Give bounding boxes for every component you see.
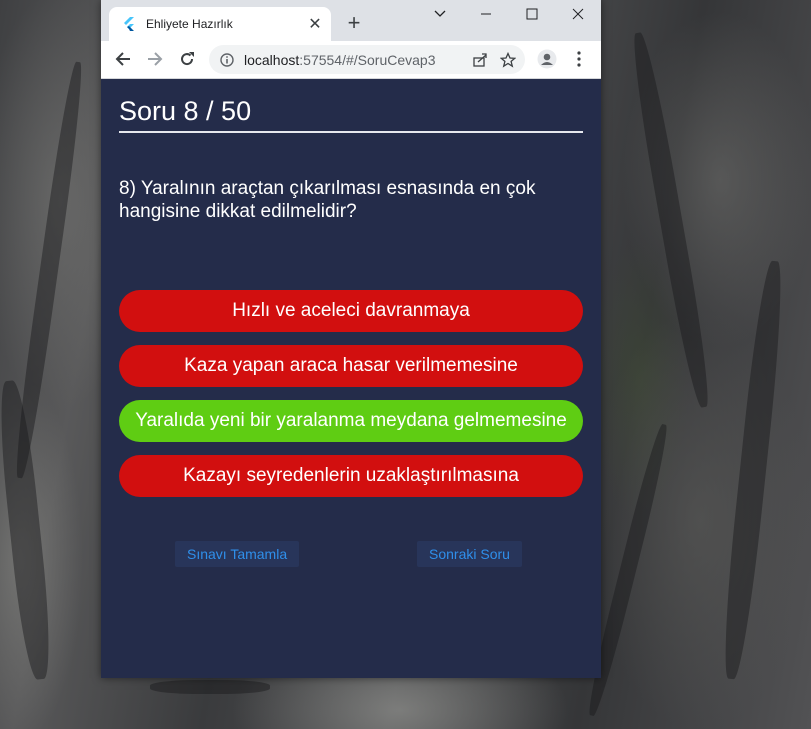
answer-label: Yaralıda yeni bir yaralanma meydana gelm… xyxy=(135,410,567,431)
bookmark-star-icon[interactable] xyxy=(497,49,519,71)
finish-exam-button[interactable]: Sınavı Tamamla xyxy=(175,541,300,567)
info-icon[interactable] xyxy=(219,52,235,68)
url-host: localhost xyxy=(244,51,300,68)
next-question-button[interactable]: Sonraki Soru xyxy=(417,541,522,567)
flutter-icon xyxy=(121,16,137,32)
tab-title: Ehliyete Hazırlık xyxy=(146,17,233,31)
share-icon[interactable] xyxy=(469,49,491,71)
chevron-down-icon[interactable] xyxy=(417,0,463,28)
close-window-button[interactable] xyxy=(555,0,601,28)
new-tab-button[interactable]: + xyxy=(343,12,365,34)
close-tab-icon[interactable]: ✕ xyxy=(305,14,325,34)
question-progress-title: Soru 8 / 50 xyxy=(119,96,583,133)
question-text: 8) Yaralının araçtan çıkarılması esnasın… xyxy=(119,178,536,222)
profile-avatar-icon[interactable] xyxy=(535,47,559,71)
answer-option-4[interactable]: Kazayı seyredenlerin uzaklaştırılmasına xyxy=(119,455,583,497)
answer-option-2[interactable]: Kaza yapan araca hasar verilmemesine xyxy=(119,345,583,387)
back-button[interactable] xyxy=(111,47,135,71)
maximize-button[interactable] xyxy=(509,0,555,28)
url-path: :57554/#/SoruCevap3 xyxy=(299,51,436,68)
forward-button[interactable] xyxy=(143,47,167,71)
browser-titlebar: Ehliyete Hazırlık ✕ + xyxy=(101,0,601,41)
address-bar[interactable]: localhost:57554/#/SoruCevap3 xyxy=(209,45,525,74)
browser-window: Ehliyete Hazırlık ✕ + localhost:57554/#/… xyxy=(101,0,601,678)
minimize-button[interactable] xyxy=(463,0,509,28)
reload-button[interactable] xyxy=(175,47,199,71)
quiz-page: Soru 8 / 50 8) Yaralının araçtan çıkarıl… xyxy=(101,79,601,678)
answer-label: Kaza yapan araca hasar verilmemesine xyxy=(184,355,518,376)
browser-tab[interactable]: Ehliyete Hazırlık ✕ xyxy=(109,7,331,41)
browser-toolbar: localhost:57554/#/SoruCevap3 xyxy=(101,41,601,79)
menu-dots-icon[interactable] xyxy=(567,47,591,71)
answer-option-3[interactable]: Yaralıda yeni bir yaralanma meydana gelm… xyxy=(119,400,583,442)
answer-label: Kazayı seyredenlerin uzaklaştırılmasına xyxy=(183,465,519,486)
answer-label: Hızlı ve aceleci davranmaya xyxy=(232,300,470,321)
answer-option-1[interactable]: Hızlı ve aceleci davranmaya xyxy=(119,290,583,332)
url-text[interactable]: localhost:57554/#/SoruCevap3 xyxy=(244,52,469,68)
